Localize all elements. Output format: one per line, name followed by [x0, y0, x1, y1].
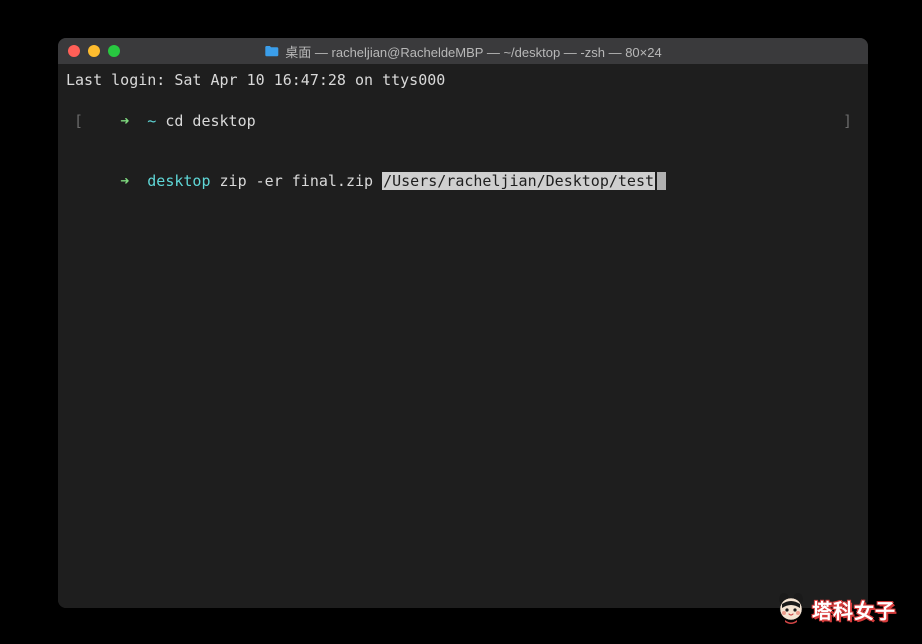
- bracket-right: ]: [843, 111, 852, 131]
- close-button[interactable]: [68, 45, 80, 57]
- highlighted-path: /Users/racheljian/Desktop/test: [382, 172, 655, 190]
- prompt-arrow: ➜: [120, 112, 138, 130]
- traffic-lights: [68, 45, 120, 57]
- titlebar[interactable]: 桌面 — racheljian@RacheldeMBP — ~/desktop …: [58, 38, 868, 64]
- mascot-icon: [776, 592, 806, 626]
- command-text: cd desktop: [156, 112, 255, 130]
- maximize-button[interactable]: [108, 45, 120, 57]
- minimize-button[interactable]: [88, 45, 100, 57]
- watermark: 塔科女子: [776, 592, 896, 626]
- window-title: 桌面 — racheljian@RacheldeMBP — ~/desktop …: [264, 42, 661, 61]
- prompt-arrow: ➜: [120, 172, 138, 190]
- terminal-body[interactable]: Last login: Sat Apr 10 16:47:28 on ttys0…: [58, 64, 868, 608]
- last-login-line: Last login: Sat Apr 10 16:47:28 on ttys0…: [66, 70, 860, 90]
- prompt-line-1: [ ➜ ~ cd desktop]: [66, 90, 860, 151]
- terminal-window: 桌面 — racheljian@RacheldeMBP — ~/desktop …: [58, 38, 868, 608]
- home-tilde: ~: [138, 112, 156, 130]
- folder-icon: [264, 45, 279, 57]
- command-text: zip -er final.zip: [211, 172, 383, 190]
- prompt-line-2: ➜ desktop zip -er final.zip /Users/rache…: [66, 151, 860, 212]
- cursor: [657, 172, 666, 190]
- current-dir: desktop: [138, 172, 210, 190]
- bracket-left: [: [74, 111, 83, 131]
- window-title-text: 桌面 — racheljian@RacheldeMBP — ~/desktop …: [285, 42, 661, 61]
- watermark-text: 塔科女子: [812, 595, 896, 624]
